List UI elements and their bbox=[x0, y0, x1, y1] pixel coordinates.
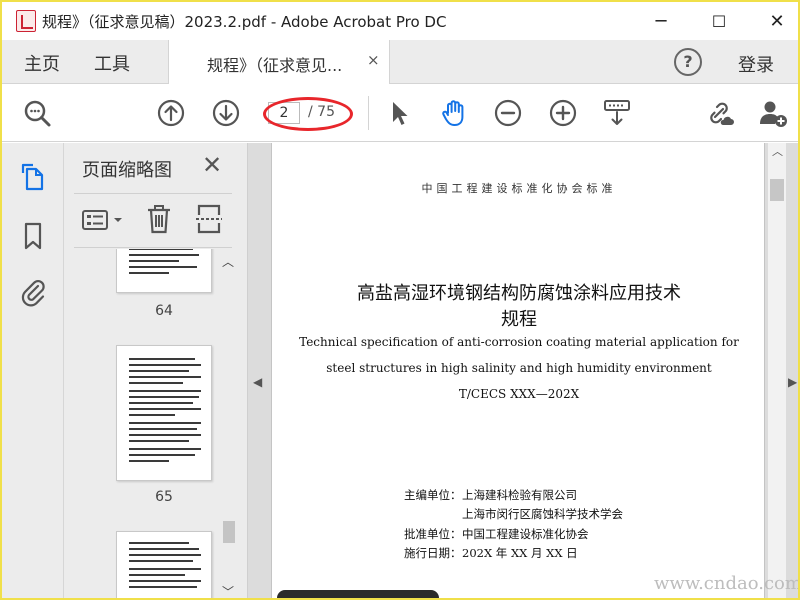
toolbar bbox=[2, 84, 798, 142]
arrow-up-circle-icon[interactable] bbox=[156, 98, 186, 128]
plus-circle-icon[interactable] bbox=[548, 98, 578, 128]
left-navigation-rail bbox=[2, 143, 64, 598]
scroll-up-icon[interactable]: ︿ bbox=[222, 253, 234, 270]
panel-divider bbox=[74, 193, 232, 194]
keyboard-scroll-icon[interactable] bbox=[602, 98, 632, 128]
document-scrollbar[interactable]: ︿ bbox=[768, 143, 786, 598]
panel-toolbar bbox=[74, 195, 232, 247]
link-cloud-icon[interactable] bbox=[704, 98, 734, 128]
thumbnail-page-number: 64 bbox=[155, 303, 173, 319]
magnifier-icon[interactable] bbox=[22, 98, 52, 128]
page-thumbnails-panel: 页面缩略图 ✕ 64 65 ︿ ﹀ bbox=[64, 143, 248, 598]
page-thumbnail-65[interactable] bbox=[116, 345, 212, 481]
scrollbar-thumb[interactable] bbox=[770, 179, 784, 201]
tab-bar: 主页 工具 规程》（征求意见... × ? 登录 bbox=[2, 40, 798, 84]
approver-unit: 中国工程建设标准化协会 bbox=[462, 527, 589, 541]
english-title-line1: Technical specification of anti-corrosio… bbox=[299, 335, 739, 349]
maximize-button[interactable]: ☐ bbox=[696, 2, 742, 40]
editor-label: 主编单位： bbox=[404, 488, 462, 502]
scrollbar-thumb[interactable] bbox=[223, 521, 235, 543]
standard-code: T/CECS XXX—202X bbox=[458, 387, 580, 401]
document-title-line2: 规程 bbox=[501, 309, 537, 330]
association-header: 中国工程建设标准化协会标准 bbox=[421, 182, 617, 195]
pdf-page: 中国工程建设标准化协会标准 高盐高湿环境钢结构防腐蚀涂料应用技术 规程 Tech… bbox=[271, 143, 765, 598]
panel-title: 页面缩略图 bbox=[82, 160, 172, 181]
effective-date: 202X 年 XX 月 XX 日 bbox=[462, 546, 578, 560]
acrobat-app-icon bbox=[16, 10, 36, 32]
tab-home[interactable]: 主页 bbox=[24, 50, 60, 76]
document-tab-close-icon[interactable]: × bbox=[367, 51, 380, 69]
bookmark-icon[interactable] bbox=[18, 221, 48, 251]
page-thumbnail-64[interactable] bbox=[116, 249, 212, 293]
paperclip-icon[interactable] bbox=[18, 277, 48, 307]
pages-icon[interactable] bbox=[18, 163, 48, 193]
window-title: 规程》（征求意见稿）2023.2.pdf - Adobe Acrobat Pro… bbox=[42, 13, 447, 31]
trash-icon[interactable] bbox=[144, 203, 174, 235]
add-user-icon[interactable] bbox=[758, 98, 788, 128]
extract-page-icon[interactable] bbox=[194, 203, 224, 235]
scroll-down-icon[interactable]: ﹀ bbox=[222, 583, 234, 598]
scroll-up-icon[interactable]: ︿ bbox=[772, 143, 783, 159]
help-icon[interactable]: ? bbox=[674, 48, 702, 76]
thumbnail-page-number: 65 bbox=[155, 489, 173, 505]
document-tab-label: 规程》（征求意见... bbox=[207, 56, 343, 75]
thumbnail-scrollbar[interactable]: ︿ ﹀ bbox=[220, 249, 238, 598]
english-title-line2: steel structures in high salinity and hi… bbox=[326, 361, 712, 375]
document-viewer: ◀ 中国工程建设标准化协会标准 高盐高湿环境钢结构防腐蚀涂料应用技术 规程 Te… bbox=[248, 143, 798, 598]
arrow-down-circle-icon[interactable] bbox=[211, 98, 241, 128]
cursor-arrow-icon[interactable] bbox=[384, 98, 414, 128]
watermark: www.cndao.com bbox=[654, 573, 800, 594]
editor-unit-1: 上海建科检验有限公司 bbox=[462, 488, 577, 502]
editor-unit-2: 上海市闵行区腐蚀科学技术学会 bbox=[462, 507, 623, 521]
collapse-left-pane-icon[interactable]: ◀ bbox=[253, 375, 262, 389]
page-thumbnail-66[interactable] bbox=[116, 531, 212, 598]
login-button[interactable]: 登录 bbox=[738, 51, 774, 77]
list-options-icon[interactable] bbox=[82, 207, 128, 235]
minus-circle-icon[interactable] bbox=[493, 98, 523, 128]
toolbar-separator bbox=[368, 96, 369, 130]
document-tab[interactable]: 规程》（征求意见... × bbox=[168, 40, 390, 84]
close-window-button[interactable]: ✕ bbox=[754, 2, 798, 40]
highlight-oval bbox=[263, 97, 353, 131]
close-panel-icon[interactable]: ✕ bbox=[202, 151, 222, 179]
thumbnail-list: 64 65 bbox=[64, 249, 220, 598]
collapse-right-pane-icon[interactable]: ▶ bbox=[788, 375, 797, 389]
tab-tools[interactable]: 工具 bbox=[94, 50, 130, 76]
document-title: 高盐高湿环境钢结构防腐蚀涂料应用技术 bbox=[357, 283, 681, 304]
title-bar: 规程》（征求意见稿）2023.2.pdf - Adobe Acrobat Pro… bbox=[2, 2, 798, 40]
acrobat-window: 规程》（征求意见稿）2023.2.pdf - Adobe Acrobat Pro… bbox=[0, 0, 800, 600]
panel-divider bbox=[74, 247, 232, 248]
minimize-button[interactable]: ─ bbox=[638, 2, 684, 40]
hand-icon[interactable] bbox=[439, 98, 469, 128]
date-label: 施行日期： bbox=[404, 546, 462, 560]
floating-page-toolbar[interactable] bbox=[277, 590, 439, 598]
approver-label: 批准单位： bbox=[404, 527, 462, 541]
